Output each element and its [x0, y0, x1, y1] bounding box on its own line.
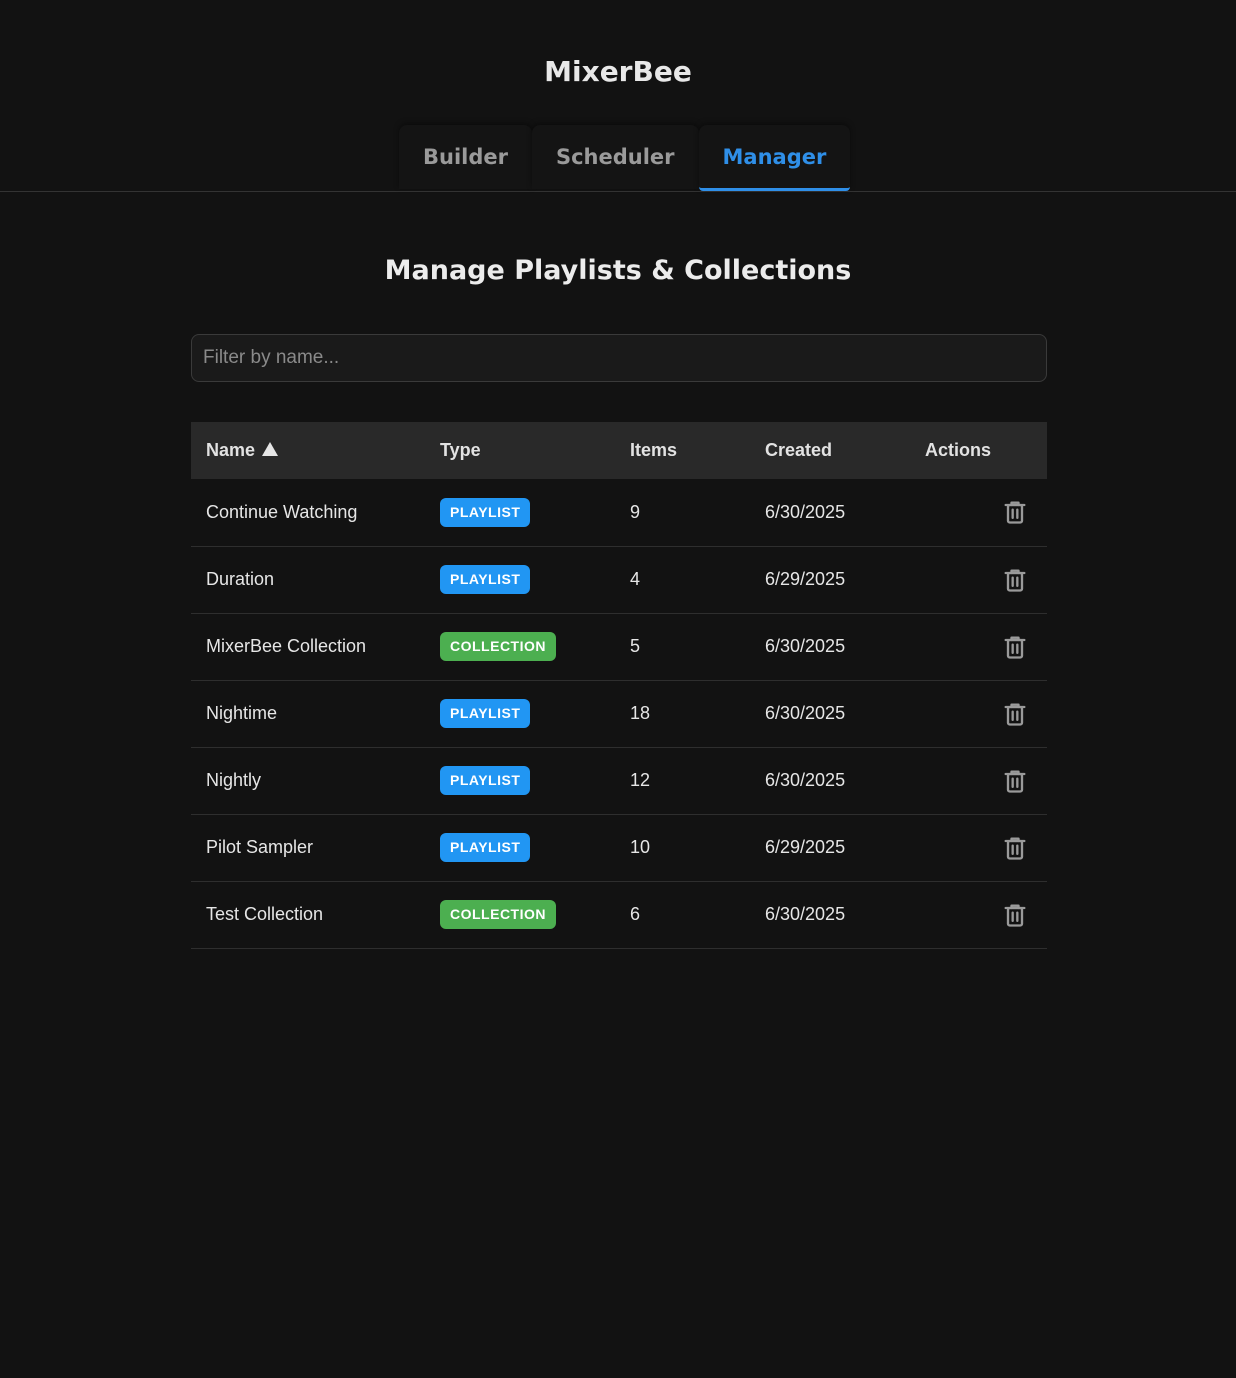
row-created: 6/30/2025 [765, 703, 846, 723]
row-items: 6 [630, 904, 641, 924]
column-header-name[interactable]: Name [191, 422, 440, 479]
type-badge: PLAYLIST [440, 766, 531, 795]
row-actions [925, 680, 1047, 747]
row-created: 6/30/2025 [765, 904, 846, 924]
delete-button[interactable] [1001, 767, 1029, 795]
row-type-cell: PLAYLIST [440, 479, 630, 546]
row-items: 18 [630, 703, 651, 723]
column-header-created[interactable]: Created [765, 422, 925, 479]
row-items: 12 [630, 770, 651, 790]
row-name: Nightime [206, 703, 278, 723]
row-actions [925, 546, 1047, 613]
delete-button[interactable] [1001, 633, 1029, 661]
table-row: Pilot Sampler PLAYLIST 10 6/29/2025 [191, 814, 1047, 881]
table-row: Test Collection COLLECTION 6 6/30/2025 [191, 881, 1047, 948]
tab-builder[interactable]: Builder [399, 125, 532, 189]
row-name: Test Collection [206, 904, 324, 924]
row-type-cell: PLAYLIST [440, 747, 630, 814]
delete-button[interactable] [1001, 700, 1029, 728]
app-title: MixerBee [544, 55, 692, 88]
table-row: Nightime PLAYLIST 18 6/30/2025 [191, 680, 1047, 747]
filter-input[interactable] [191, 334, 1047, 382]
row-type-cell: PLAYLIST [440, 680, 630, 747]
row-created: 6/30/2025 [765, 636, 846, 656]
table-row: Duration PLAYLIST 4 6/29/2025 [191, 546, 1047, 613]
delete-button[interactable] [1001, 566, 1029, 594]
row-type-cell: COLLECTION [440, 613, 630, 680]
sort-ascending-icon [262, 442, 279, 456]
type-badge: PLAYLIST [440, 699, 531, 728]
row-name: MixerBee Collection [206, 636, 367, 656]
delete-button[interactable] [1001, 901, 1029, 929]
row-created: 6/29/2025 [765, 837, 846, 857]
row-actions [925, 479, 1047, 546]
row-created: 6/30/2025 [765, 501, 846, 522]
playlists-table: Name Type Items Created Actions Continue… [191, 422, 1047, 949]
trash-icon [1001, 569, 1029, 598]
trash-icon [1001, 770, 1029, 799]
row-type-cell: COLLECTION [440, 881, 630, 948]
column-header-name-label: Name [206, 440, 256, 460]
trash-icon [1001, 636, 1029, 665]
column-header-actions: Actions [925, 440, 992, 460]
row-created: 6/30/2025 [765, 770, 846, 790]
trash-icon [1001, 501, 1029, 530]
tab-manager[interactable]: Manager [698, 125, 851, 191]
trash-icon [1001, 703, 1029, 732]
row-items: 9 [630, 501, 641, 522]
row-items: 10 [630, 837, 651, 857]
row-type-cell: PLAYLIST [440, 546, 630, 613]
type-badge: PLAYLIST [440, 565, 531, 594]
delete-button[interactable] [1001, 498, 1029, 526]
row-name: Continue Watching [206, 501, 358, 522]
table-row: Continue Watching PLAYLIST 9 6/30/2025 [191, 479, 1047, 546]
table-body: Continue Watching PLAYLIST 9 6/30/2025 Durat… [191, 479, 1047, 948]
row-actions [925, 814, 1047, 881]
row-name: Duration [206, 569, 275, 589]
row-actions [925, 881, 1047, 948]
table-header-row: Name Type Items Created Actions [191, 422, 1047, 479]
column-header-type[interactable]: Type [440, 422, 630, 479]
row-actions [925, 747, 1047, 814]
row-actions [925, 613, 1047, 680]
tab-bar: Builder Scheduler Manager [0, 125, 1236, 192]
row-name: Pilot Sampler [206, 837, 314, 857]
row-name: Nightly [206, 770, 262, 790]
row-items: 5 [630, 636, 641, 656]
page-title: Manage Playlists & Collections [384, 255, 852, 286]
row-created: 6/29/2025 [765, 569, 846, 589]
type-badge: PLAYLIST [440, 497, 531, 527]
trash-icon [1001, 837, 1029, 866]
tab-scheduler[interactable]: Scheduler [531, 125, 699, 189]
type-badge: PLAYLIST [440, 833, 531, 862]
row-items: 4 [630, 569, 641, 589]
type-badge: COLLECTION [440, 632, 556, 661]
table-row: MixerBee Collection COLLECTION 5 6/30/2025 [191, 613, 1047, 680]
table-row: Nightly PLAYLIST 12 6/30/2025 [191, 747, 1047, 814]
column-header-items[interactable]: Items [630, 422, 765, 479]
type-badge: COLLECTION [440, 900, 556, 929]
trash-icon [1001, 904, 1029, 933]
row-type-cell: PLAYLIST [440, 814, 630, 881]
delete-button[interactable] [1001, 834, 1029, 862]
